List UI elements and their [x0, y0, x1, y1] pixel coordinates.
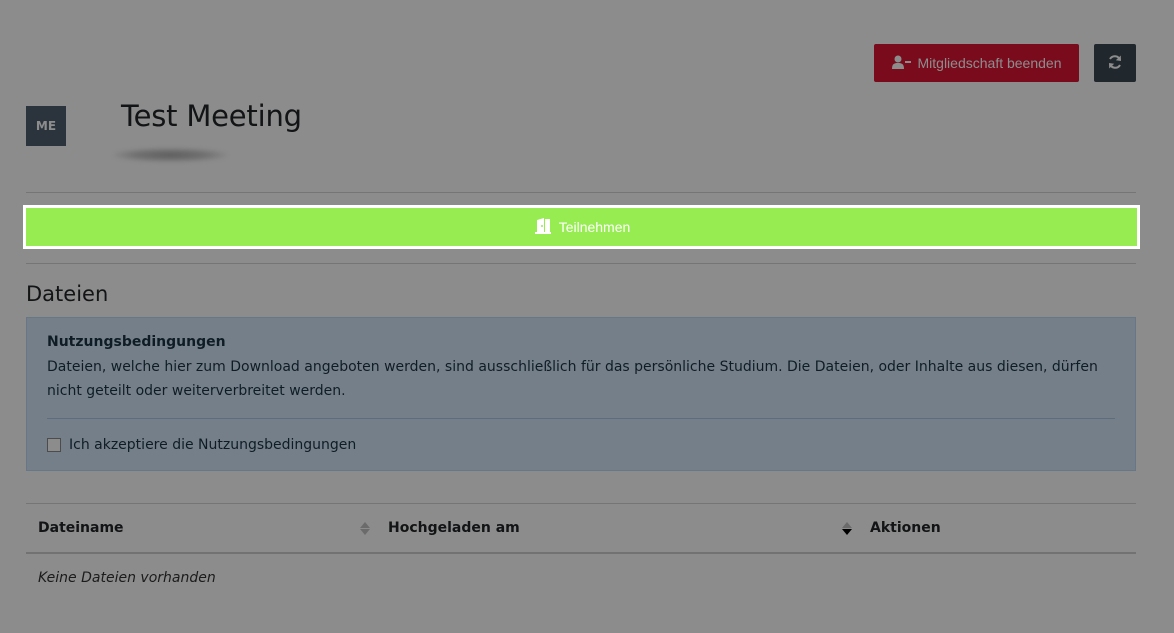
sort-icon[interactable]: [360, 520, 370, 536]
files-heading: Dateien: [26, 282, 109, 306]
column-header-filename[interactable]: Dateiname: [38, 504, 124, 552]
join-button-label: Teilnehmen: [558, 219, 631, 235]
accept-terms-label: Ich akzeptiere die Nutzungsbedingungen: [69, 437, 357, 453]
end-membership-label: Mitgliedschaft beenden: [917, 55, 1062, 71]
end-membership-button[interactable]: Mitgliedschaft beenden: [874, 44, 1079, 82]
page-title: Test Meeting: [121, 99, 302, 133]
terms-divider: [47, 418, 1115, 419]
terms-title: Nutzungsbedingungen: [47, 334, 226, 350]
empty-table-message: Keine Dateien vorhanden: [38, 570, 216, 586]
join-button-highlight: Teilnehmen: [23, 205, 1140, 249]
meeting-avatar: ME: [26, 106, 66, 146]
blurred-subtitle: [113, 148, 228, 162]
column-header-actions: Aktionen: [870, 520, 941, 536]
divider: [26, 263, 1136, 264]
column-header-uploaded-at[interactable]: Hochgeladen am: [388, 504, 520, 552]
sort-desc-icon[interactable]: [842, 520, 852, 536]
room-page: Mitgliedschaft beenden ME Test Meeting D…: [0, 0, 1174, 633]
files-table-header: Dateiname Hochgeladen am Aktionen: [26, 504, 1136, 554]
terms-text: Dateien, welche hier zum Download angebo…: [47, 359, 1098, 399]
door-open-icon: [533, 217, 553, 237]
refresh-button[interactable]: [1094, 44, 1136, 82]
terms-of-use-box: Nutzungsbedingungen Dateien, welche hier…: [26, 317, 1136, 471]
divider: [26, 192, 1136, 193]
join-button[interactable]: Teilnehmen: [26, 208, 1137, 246]
refresh-icon: [1107, 54, 1123, 73]
user-minus-icon: [891, 55, 912, 72]
accept-terms-row[interactable]: Ich akzeptiere die Nutzungsbedingungen: [47, 437, 356, 453]
accept-terms-checkbox[interactable]: [47, 438, 61, 452]
